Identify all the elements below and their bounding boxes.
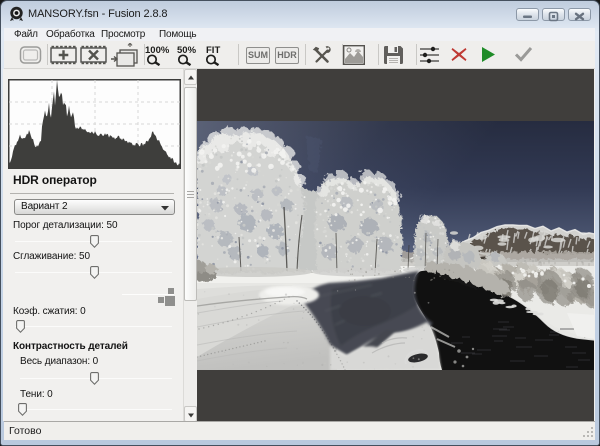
svg-text:100%: 100% — [145, 45, 169, 56]
svg-text:50%: 50% — [177, 45, 197, 56]
svg-text:FIT: FIT — [206, 45, 220, 56]
